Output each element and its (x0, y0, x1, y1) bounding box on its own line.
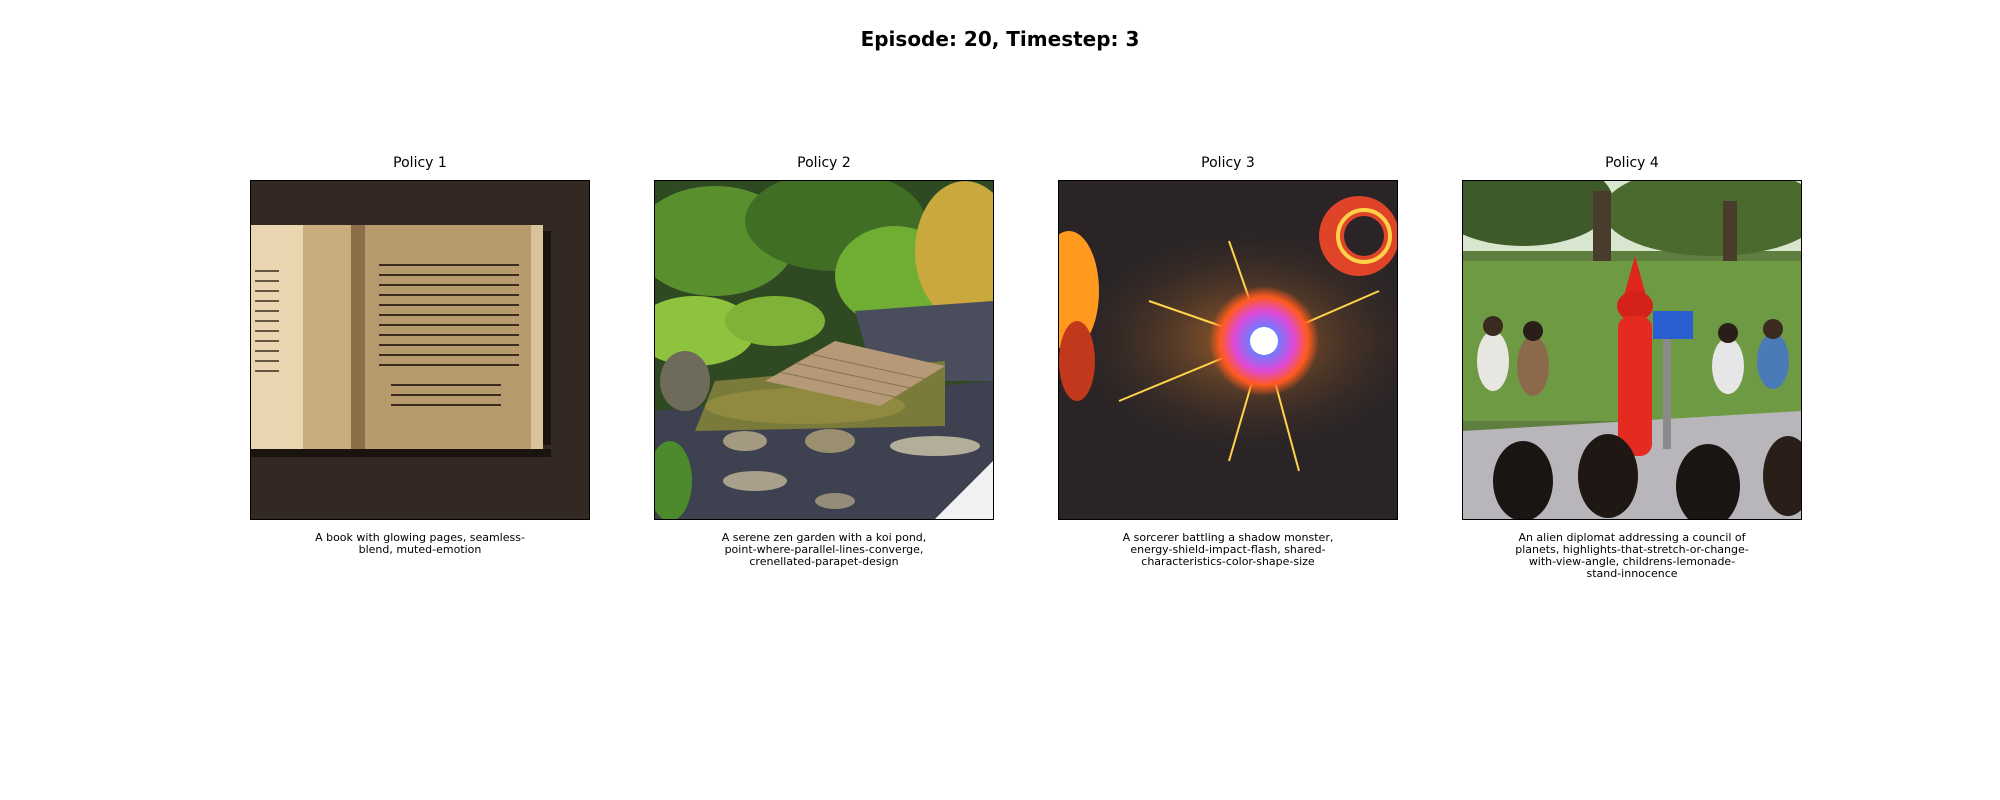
panel-title: Policy 3 (1201, 155, 1255, 171)
policy-panel-3: Policy 3 A sorcerer battling a shadow mo… (1058, 155, 1398, 568)
panel-caption: A sorcerer battling a shadow monster, en… (1122, 531, 1334, 568)
book-illustration (251, 181, 589, 519)
panel-caption: An alien diplomat addressing a council o… (1515, 531, 1749, 580)
zen-garden-illustration (655, 181, 993, 519)
alien-diplomat-illustration (1463, 181, 1801, 519)
policy-panel-4: Policy 4 An alien diplomat addressing a … (1462, 155, 1802, 580)
generated-image-zen-garden (654, 180, 994, 520)
sorcerer-illustration (1059, 181, 1397, 519)
panel-caption: A serene zen garden with a koi pond, poi… (721, 531, 927, 568)
panel-title: Policy 4 (1605, 155, 1659, 171)
policy-panel-1: Policy 1 A book with glowing pages, seam… (250, 155, 590, 556)
policy-panel-2: Policy 2 A serene zen garden with a koi … (654, 155, 994, 568)
panel-title: Policy 2 (797, 155, 851, 171)
generated-image-alien-diplomat (1462, 180, 1802, 520)
figure-title: Episode: 20, Timestep: 3 (860, 27, 1140, 51)
panel-title: Policy 1 (393, 155, 447, 171)
generated-image-sorcerer (1058, 180, 1398, 520)
panel-caption: A book with glowing pages, seamless-blen… (315, 531, 525, 556)
generated-image-book (250, 180, 590, 520)
